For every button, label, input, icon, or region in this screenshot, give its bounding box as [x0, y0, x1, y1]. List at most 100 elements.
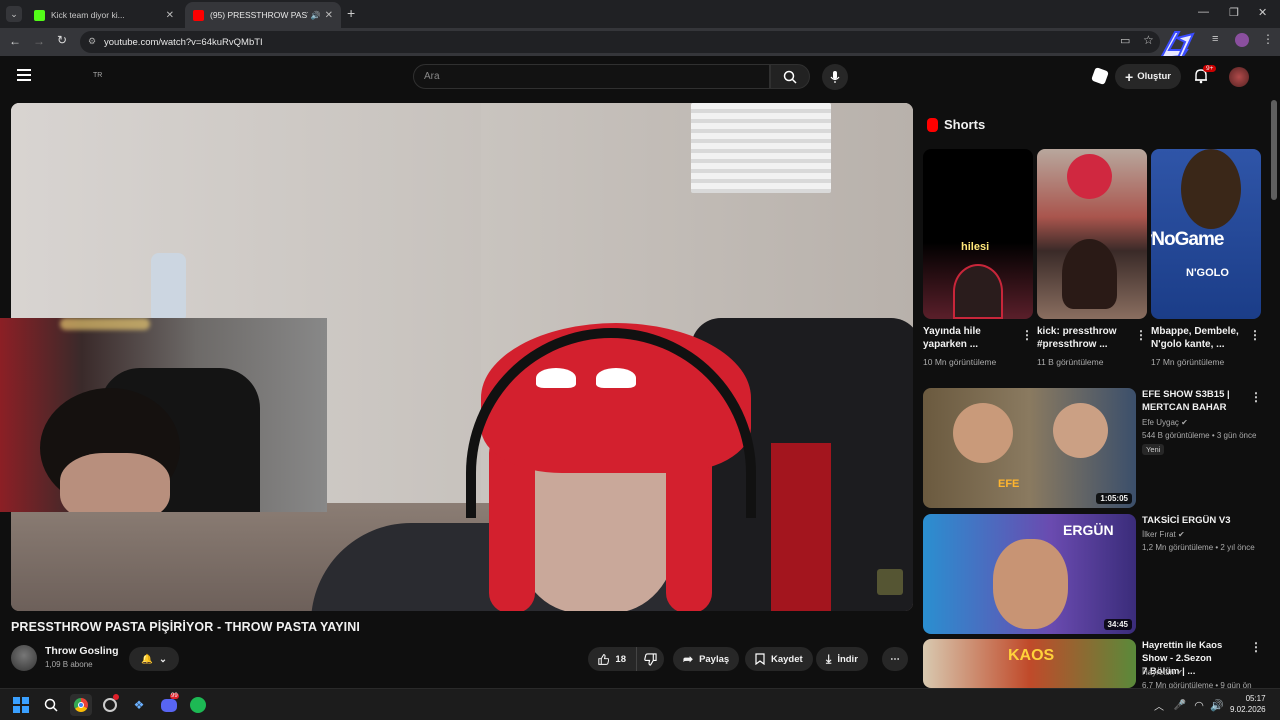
channel-name[interactable]: Throw Gosling [45, 645, 119, 657]
subscriber-count: 1,09 B abone [45, 660, 93, 669]
dislike-button[interactable] [636, 647, 664, 671]
short-person [1062, 239, 1117, 309]
short-person [1181, 149, 1241, 229]
site-info-icon[interactable]: ⚙ [88, 36, 96, 47]
save-button[interactable]: Kaydet [745, 647, 813, 671]
video-thumbnail[interactable]: ERGÜN 34:45 [923, 514, 1136, 634]
video-title: PRESSTHROW PASTA PİŞİRİYOR - THROW PASTA… [11, 620, 360, 634]
shorts-heading: Shorts [927, 117, 985, 132]
shorts-logo-icon [927, 117, 938, 132]
premium-icon[interactable] [1091, 67, 1109, 85]
channel-avatar[interactable] [11, 645, 37, 671]
more-vertical-icon[interactable]: ⋮ [1250, 390, 1262, 404]
scrollbar-thumb[interactable] [1271, 100, 1277, 200]
like-count: 18 [615, 653, 626, 665]
video-channel[interactable]: İlker Fırat ✔ [1142, 530, 1185, 539]
back-icon[interactable]: ← [9, 34, 21, 48]
more-horizontal-icon: ⋯ [890, 653, 900, 665]
restore-icon[interactable]: ❐ [1229, 6, 1239, 19]
video-thumbnail[interactable]: EFE 1:05:05 [923, 388, 1136, 508]
short-title[interactable]: Mbappe, Dembele, N'golo kante, ... [1151, 325, 1247, 351]
spotify-icon[interactable] [189, 696, 207, 714]
like-button[interactable]: 18 [588, 647, 636, 671]
more-vertical-icon[interactable]: ⋮ [1250, 640, 1262, 654]
microphone-tray-icon[interactable]: 🎤 [1171, 696, 1189, 714]
download-label: İndir [837, 653, 858, 665]
more-vertical-icon[interactable]: ⋮ [1021, 328, 1033, 342]
tab-kick[interactable]: Kick team diyor ki... ✕ [26, 2, 182, 28]
new-badge: Yeni [1142, 444, 1165, 455]
video-channel[interactable]: Efe Uygaç ✔ [1142, 418, 1188, 427]
wifi-icon[interactable]: ◠ [1190, 696, 1208, 714]
discord-icon[interactable]: 99 [160, 692, 179, 714]
short-title[interactable]: Yayında hile yaparken ... [923, 325, 1019, 351]
close-tab-icon[interactable]: ✕ [325, 10, 333, 21]
more-vertical-icon[interactable]: ⋮ [1249, 328, 1261, 342]
video-title[interactable]: TAKSİCİ ERGÜN V3 [1142, 514, 1250, 527]
close-tab-icon[interactable]: ✕ [166, 10, 174, 21]
subscribed-button[interactable]: 🔔 ⌄ [129, 647, 179, 671]
cast-icon[interactable]: ▭ [1120, 34, 1130, 47]
bookmark-star-icon[interactable]: ☆ [1143, 33, 1154, 47]
create-button[interactable]: + Oluştur [1115, 64, 1181, 89]
share-button[interactable]: ➦ Paylaş [673, 647, 740, 671]
video-channel[interactable]: Hayrettin ✔ [1142, 668, 1183, 677]
thumb-logo-text: ERGÜN [1063, 522, 1114, 538]
close-window-icon[interactable]: ✕ [1258, 6, 1267, 19]
youtube-favicon-icon [193, 9, 204, 21]
scene-chair-stripe [771, 443, 831, 611]
chrome-menu-icon[interactable]: ⋮ [1262, 32, 1274, 46]
search-button[interactable] [770, 64, 810, 89]
webcam-overlay [0, 318, 327, 512]
chrome-icon[interactable] [70, 694, 92, 716]
tab-title: (95) PRESSTHROW PASTA PİŞİRİYOR - THROW … [210, 10, 308, 20]
video-meta: 6,7 Mn görüntüleme • 9 gün ön [1142, 681, 1252, 688]
more-vertical-icon[interactable]: ⋮ [1135, 328, 1147, 342]
profile-icon[interactable] [1235, 33, 1249, 47]
voice-search-button[interactable] [822, 64, 848, 90]
account-avatar[interactable] [1229, 67, 1249, 87]
system-clock[interactable]: 05:17 9.02.2026 [1230, 693, 1266, 715]
create-label: Oluştur [1137, 71, 1171, 82]
tray-chevron-up-icon[interactable]: ︿ [1150, 696, 1168, 714]
short-overlay-text: hilesi [961, 241, 990, 253]
short-thumbnail[interactable]: ByNoGame N'GOLO [1151, 149, 1261, 319]
video-title[interactable]: EFE SHOW S3B15 | MERTCAN BAHAR [1142, 388, 1250, 414]
address-bar[interactable]: ⚙ youtube.com/watch?v=64kuRvQMbTI [80, 31, 1160, 53]
short-person [1067, 154, 1112, 199]
volume-icon[interactable]: 🔊 [1208, 696, 1226, 714]
short-thumbnail[interactable] [1037, 149, 1147, 319]
more-actions-button[interactable]: ⋯ [882, 647, 908, 671]
thumb-logo-text: KAOS [1008, 647, 1055, 664]
new-tab-button[interactable]: + [347, 5, 355, 21]
tab-youtube[interactable]: (95) PRESSTHROW PASTA PİŞİRİYOR - THROW … [185, 2, 341, 28]
tab-search-icon[interactable]: ⌄ [6, 6, 22, 22]
video-thumbnail[interactable]: KAOS [923, 639, 1136, 688]
download-button[interactable]: ⤓ İndir [816, 647, 868, 671]
hamburger-menu-icon[interactable] [17, 69, 31, 81]
network-app-icon[interactable]: ❖ [130, 696, 148, 714]
short-views: 17 Mn görüntüleme [1151, 357, 1225, 367]
kick-favicon-icon [34, 9, 45, 21]
short-title[interactable]: kick: pressthrow #pressthrow ... [1037, 325, 1133, 351]
reload-icon[interactable]: ↻ [57, 33, 67, 47]
minimize-icon[interactable]: — [1198, 6, 1209, 18]
short-views: 10 Mn görüntüleme [923, 357, 997, 367]
steam-icon[interactable] [101, 694, 119, 714]
country-code: TR [93, 72, 103, 79]
webcam-neon-light [60, 318, 150, 330]
duration-badge: 1:05:05 [1096, 493, 1132, 504]
search-icon[interactable] [42, 696, 60, 714]
video-meta: 1,2 Mn görüntüleme • 2 yıl önce [1142, 543, 1255, 552]
short-person [953, 264, 1003, 319]
forward-icon[interactable]: → [33, 34, 45, 48]
windows-taskbar: ❖ 99 ︿ 🎤 ◠ 🔊 [0, 688, 1280, 720]
short-thumbnail[interactable]: hilesi [923, 149, 1033, 319]
notifications-button[interactable]: 9+ [1193, 65, 1217, 88]
search-input[interactable]: Ara [413, 64, 770, 89]
reading-list-icon[interactable]: ≡ [1212, 33, 1218, 45]
windows-start-icon[interactable] [12, 696, 30, 714]
duration-badge: 34:45 [1103, 619, 1132, 630]
speaker-icon[interactable]: 🔊 [311, 11, 321, 20]
thumb-logo-text: EFE [998, 478, 1020, 490]
